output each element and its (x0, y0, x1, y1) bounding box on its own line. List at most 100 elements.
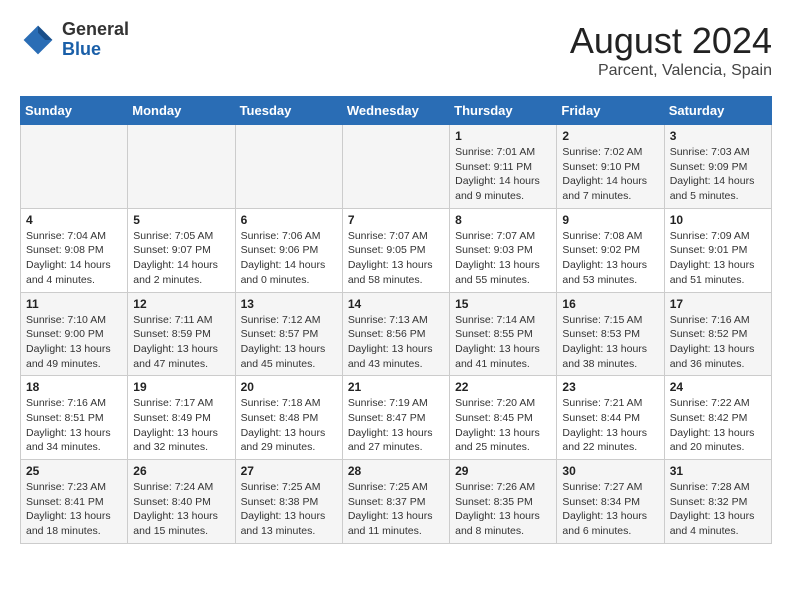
day-number: 9 (562, 213, 658, 227)
day-detail: Sunrise: 7:26 AM Sunset: 8:35 PM Dayligh… (455, 481, 540, 537)
day-number: 20 (241, 380, 337, 394)
calendar-cell: 17 Sunrise: 7:16 AM Sunset: 8:52 PM Dayli… (664, 292, 771, 376)
day-detail: Sunrise: 7:11 AM Sunset: 8:59 PM Dayligh… (133, 314, 218, 370)
day-header-thursday: Thursday (450, 97, 557, 125)
day-number: 29 (455, 464, 551, 478)
day-number: 12 (133, 297, 229, 311)
calendar-cell: 26 Sunrise: 7:24 AM Sunset: 8:40 PM Dayli… (128, 460, 235, 544)
day-detail: Sunrise: 7:27 AM Sunset: 8:34 PM Dayligh… (562, 481, 647, 537)
calendar-cell (21, 125, 128, 209)
day-number: 17 (670, 297, 766, 311)
week-row-4: 18 Sunrise: 7:16 AM Sunset: 8:51 PM Dayli… (21, 376, 772, 460)
day-detail: Sunrise: 7:16 AM Sunset: 8:51 PM Dayligh… (26, 397, 111, 453)
calendar-cell: 9Sunrise: 7:08 AM Sunset: 9:02 PM Daylig… (557, 208, 664, 292)
calendar-cell: 27Sunrise: 7:25 AM Sunset: 8:38 PM Dayli… (235, 460, 342, 544)
header-row: SundayMondayTuesdayWednesdayThursdayFrid… (21, 97, 772, 125)
calendar-cell: 10 Sunrise: 7:09 AM Sunset: 9:01 PM Dayli… (664, 208, 771, 292)
day-detail: Sunrise: 7:25 AM Sunset: 8:37 PM Dayligh… (348, 481, 433, 537)
day-number: 14 (348, 297, 444, 311)
day-detail: Sunrise: 7:16 AM Sunset: 8:52 PM Dayligh… (670, 314, 755, 370)
week-row-1: 1Sunrise: 7:01 AM Sunset: 9:11 PM Daylig… (21, 125, 772, 209)
day-detail: Sunrise: 7:09 AM Sunset: 9:01 PM Dayligh… (670, 230, 755, 286)
calendar-cell: 30 Sunrise: 7:27 AM Sunset: 8:34 PM Dayli… (557, 460, 664, 544)
day-detail: Sunrise: 7:04 AM Sunset: 9:08 PM Dayligh… (26, 230, 111, 286)
day-detail: Sunrise: 7:18 AM Sunset: 8:48 PM Dayligh… (241, 397, 326, 453)
calendar-cell: 15 Sunrise: 7:14 AM Sunset: 8:55 PM Dayli… (450, 292, 557, 376)
calendar-cell: 21Sunrise: 7:19 AM Sunset: 8:47 PM Dayli… (342, 376, 449, 460)
day-number: 24 (670, 380, 766, 394)
calendar-cell: 3Sunrise: 7:03 AM Sunset: 9:09 PM Daylig… (664, 125, 771, 209)
main-title: August 2024 (570, 20, 772, 62)
day-number: 31 (670, 464, 766, 478)
day-detail: Sunrise: 7:21 AM Sunset: 8:44 PM Dayligh… (562, 397, 647, 453)
day-number: 13 (241, 297, 337, 311)
calendar-cell (128, 125, 235, 209)
day-number: 19 (133, 380, 229, 394)
subtitle: Parcent, Valencia, Spain (570, 62, 772, 80)
calendar-cell (235, 125, 342, 209)
calendar-cell: 22 Sunrise: 7:20 AM Sunset: 8:45 PM Dayli… (450, 376, 557, 460)
day-header-wednesday: Wednesday (342, 97, 449, 125)
calendar-cell: 8 Sunrise: 7:07 AM Sunset: 9:03 PM Daylig… (450, 208, 557, 292)
day-detail: Sunrise: 7:25 AM Sunset: 8:38 PM Dayligh… (241, 481, 326, 537)
day-detail: Sunrise: 7:07 AM Sunset: 9:03 PM Dayligh… (455, 230, 540, 286)
day-header-monday: Monday (128, 97, 235, 125)
day-number: 28 (348, 464, 444, 478)
day-number: 8 (455, 213, 551, 227)
day-detail: Sunrise: 7:17 AM Sunset: 8:49 PM Dayligh… (133, 397, 218, 453)
calendar-table: SundayMondayTuesdayWednesdayThursdayFrid… (20, 96, 772, 544)
calendar-cell: 13 Sunrise: 7:12 AM Sunset: 8:57 PM Dayli… (235, 292, 342, 376)
day-number: 2 (562, 129, 658, 143)
title-block: August 2024 Parcent, Valencia, Spain (570, 20, 772, 80)
calendar-cell: 11 Sunrise: 7:10 AM Sunset: 9:00 PM Dayli… (21, 292, 128, 376)
day-number: 16 (562, 297, 658, 311)
day-number: 25 (26, 464, 122, 478)
day-number: 26 (133, 464, 229, 478)
calendar-cell: 19 Sunrise: 7:17 AM Sunset: 8:49 PM Dayli… (128, 376, 235, 460)
week-row-3: 11 Sunrise: 7:10 AM Sunset: 9:00 PM Dayli… (21, 292, 772, 376)
calendar-cell: 29 Sunrise: 7:26 AM Sunset: 8:35 PM Dayli… (450, 460, 557, 544)
day-detail: Sunrise: 7:12 AM Sunset: 8:57 PM Dayligh… (241, 314, 326, 370)
day-detail: Sunrise: 7:14 AM Sunset: 8:55 PM Dayligh… (455, 314, 540, 370)
calendar-cell: 2Sunrise: 7:02 AM Sunset: 9:10 PM Daylig… (557, 125, 664, 209)
day-number: 7 (348, 213, 444, 227)
calendar-cell: 5 Sunrise: 7:05 AM Sunset: 9:07 PM Daylig… (128, 208, 235, 292)
day-header-tuesday: Tuesday (235, 97, 342, 125)
day-number: 30 (562, 464, 658, 478)
day-detail: Sunrise: 7:13 AM Sunset: 8:56 PM Dayligh… (348, 314, 433, 370)
logo-text: General Blue (62, 20, 129, 60)
calendar-cell: 1Sunrise: 7:01 AM Sunset: 9:11 PM Daylig… (450, 125, 557, 209)
day-number: 23 (562, 380, 658, 394)
day-detail: Sunrise: 7:06 AM Sunset: 9:06 PM Dayligh… (241, 230, 326, 286)
day-header-friday: Friday (557, 97, 664, 125)
day-number: 6 (241, 213, 337, 227)
calendar-cell: 6 Sunrise: 7:06 AM Sunset: 9:06 PM Daylig… (235, 208, 342, 292)
day-header-saturday: Saturday (664, 97, 771, 125)
day-detail: Sunrise: 7:28 AM Sunset: 8:32 PM Dayligh… (670, 481, 755, 537)
day-detail: Sunrise: 7:22 AM Sunset: 8:42 PM Dayligh… (670, 397, 755, 453)
calendar-cell: 12 Sunrise: 7:11 AM Sunset: 8:59 PM Dayli… (128, 292, 235, 376)
calendar-cell: 25Sunrise: 7:23 AM Sunset: 8:41 PM Dayli… (21, 460, 128, 544)
day-detail: Sunrise: 7:05 AM Sunset: 9:07 PM Dayligh… (133, 230, 218, 286)
day-number: 11 (26, 297, 122, 311)
day-detail: Sunrise: 7:20 AM Sunset: 8:45 PM Dayligh… (455, 397, 540, 453)
logo: General Blue (20, 20, 129, 60)
calendar-cell: 20 Sunrise: 7:18 AM Sunset: 8:48 PM Dayli… (235, 376, 342, 460)
calendar-cell: 31 Sunrise: 7:28 AM Sunset: 8:32 PM Dayli… (664, 460, 771, 544)
logo-general: General (62, 20, 129, 40)
day-detail: Sunrise: 7:10 AM Sunset: 9:00 PM Dayligh… (26, 314, 111, 370)
logo-blue: Blue (62, 40, 129, 60)
calendar-cell: 28 Sunrise: 7:25 AM Sunset: 8:37 PM Dayli… (342, 460, 449, 544)
page-header: General Blue August 2024 Parcent, Valenc… (20, 20, 772, 80)
week-row-2: 4Sunrise: 7:04 AM Sunset: 9:08 PM Daylig… (21, 208, 772, 292)
day-number: 5 (133, 213, 229, 227)
day-detail: Sunrise: 7:01 AM Sunset: 9:11 PM Dayligh… (455, 146, 540, 202)
day-number: 22 (455, 380, 551, 394)
calendar-cell: 7Sunrise: 7:07 AM Sunset: 9:05 PM Daylig… (342, 208, 449, 292)
day-number: 15 (455, 297, 551, 311)
day-detail: Sunrise: 7:24 AM Sunset: 8:40 PM Dayligh… (133, 481, 218, 537)
day-number: 10 (670, 213, 766, 227)
day-header-sunday: Sunday (21, 97, 128, 125)
calendar-cell: 14 Sunrise: 7:13 AM Sunset: 8:56 PM Dayli… (342, 292, 449, 376)
day-number: 18 (26, 380, 122, 394)
